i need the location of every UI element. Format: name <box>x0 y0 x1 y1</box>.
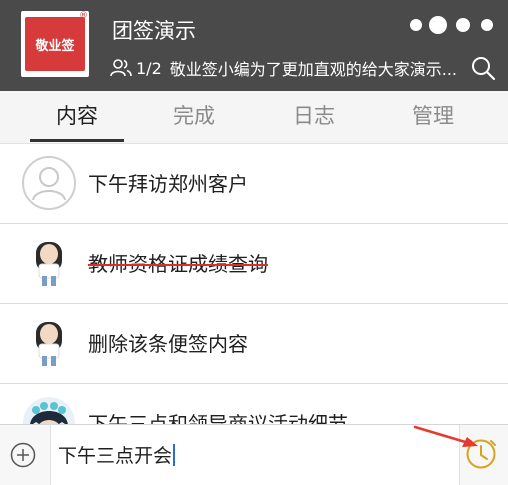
note-input-value: 下午三点开会 <box>58 441 176 468</box>
list-item[interactable]: 下午三点和领导商议活动细节 <box>0 384 508 424</box>
item-text: 教师资格证成绩查询 <box>88 252 268 276</box>
tab-content[interactable]: 内容 <box>17 91 137 143</box>
member-marquee-row: 1/2 敬业签小编为了更加直观的给大家演示... <box>110 57 506 79</box>
list-item[interactable]: 教师资格证成绩查询 <box>0 224 508 304</box>
item-text: 下午拜访郑州客户 <box>88 172 248 196</box>
active-tab-indicator <box>30 139 124 142</box>
tab-completed[interactable]: 完成 <box>134 91 254 143</box>
text-caret <box>173 444 176 466</box>
members-icon[interactable] <box>110 58 132 78</box>
item-text: 下午三点和领导商议活动细节 <box>88 412 348 424</box>
page-title: 团签演示 <box>112 19 196 43</box>
member-count[interactable]: 1/2 <box>136 59 162 78</box>
note-input[interactable]: 下午三点开会 <box>50 425 460 485</box>
tab-bar: 内容 完成 日志 管理 <box>0 91 508 144</box>
header-bar: 敬业签 ® 团签演示 1/2 敬业签小编为了更加直观的给大家演示... <box>0 0 508 91</box>
input-value-text: 下午三点开会 <box>58 445 173 467</box>
logo-text: 敬业签 <box>35 38 75 54</box>
marquee-text: 敬业签小编为了更加直观的给大家演示... <box>169 60 458 79</box>
list-item[interactable]: 下午拜访郑州客户 <box>0 144 508 224</box>
girl-avatar-icon <box>22 236 76 290</box>
list-item[interactable]: 删除该条便签内容 <box>0 304 508 384</box>
input-bar: 下午三点开会 <box>0 424 508 485</box>
plus-circle-icon[interactable] <box>10 442 36 468</box>
search-icon[interactable] <box>470 55 496 81</box>
character-avatar-icon <box>22 396 76 424</box>
item-text: 删除该条便签内容 <box>88 332 248 356</box>
tab-log[interactable]: 日志 <box>254 91 374 143</box>
registered-mark: ® <box>79 11 88 21</box>
more-dots-icon[interactable] <box>408 15 498 35</box>
app-logo: 敬业签 ® <box>21 11 89 77</box>
clock-icon[interactable] <box>465 438 497 470</box>
note-list: 下午拜访郑州客户 教师资格证成绩查询 删除该条便签内容 下午三点和领导商议活动细… <box>0 144 508 424</box>
default-avatar-icon <box>22 156 76 210</box>
tab-manage[interactable]: 管理 <box>373 91 493 143</box>
logo-badge: 敬业签 <box>25 17 85 71</box>
girl-avatar-icon <box>22 316 76 370</box>
